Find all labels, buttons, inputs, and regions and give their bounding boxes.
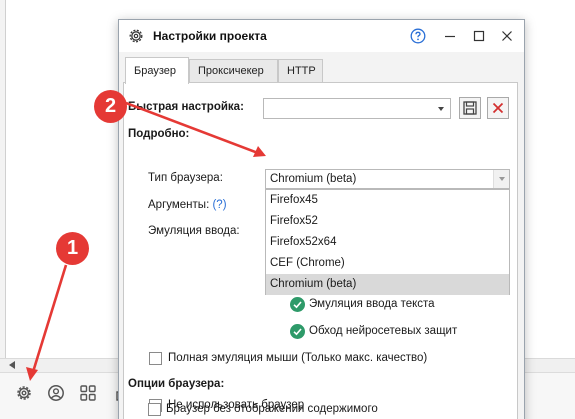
headless-browser-label: Браузер без отображения содержимого <box>166 403 378 415</box>
dialog-titlebar: Настройки проекта <box>119 20 524 52</box>
project-settings-dialog: Настройки проекта Браузер Проксичекер HT… <box>118 19 525 419</box>
browser-options-heading: Опции браузера: <box>128 378 225 390</box>
save-icon <box>463 101 477 115</box>
chevron-down-icon <box>499 177 505 181</box>
maximize-icon[interactable] <box>471 28 487 44</box>
annotation-marker-2: 2 <box>94 90 127 123</box>
settings-gear-icon[interactable] <box>15 384 33 402</box>
grid-icon[interactable] <box>79 384 97 402</box>
browser-type-select[interactable]: Chromium (beta) <box>265 169 510 189</box>
neural-bypass-toggle[interactable] <box>290 324 305 339</box>
full-mouse-emulation-label: Полная эмуляция мыши (Только макс. качес… <box>168 352 428 364</box>
arguments-label: Аргументы: (?) <box>148 199 227 211</box>
delete-button[interactable] <box>487 97 509 119</box>
browser-settings-panel: Быстрая настройка: Подробно: Тип браузер… <box>123 82 518 419</box>
delete-icon <box>492 102 504 114</box>
input-emulation-label: Эмуляция ввода: <box>148 225 240 237</box>
quick-setup-label: Быстрая настройка: <box>128 101 244 113</box>
arguments-help-link[interactable]: (?) <box>212 199 226 211</box>
gear-icon <box>128 28 144 44</box>
dropdown-option[interactable]: Firefox52 <box>266 211 509 232</box>
tab-http[interactable]: HTTP <box>278 59 323 83</box>
check-icon <box>293 301 302 309</box>
user-icon[interactable] <box>47 384 65 402</box>
quick-setup-combo[interactable] <box>263 98 451 119</box>
browser-type-dropdown-button[interactable] <box>493 170 509 188</box>
dropdown-option[interactable]: CEF (Chrome) <box>266 253 509 274</box>
details-heading: Подробно: <box>128 128 190 140</box>
save-button[interactable] <box>459 97 481 119</box>
neural-bypass-label: Обход нейросетевых защит <box>309 325 458 337</box>
scroll-left-arrow-icon[interactable] <box>9 361 15 369</box>
browser-type-dropdown: Firefox45 Firefox52 Firefox52x64 CEF (Ch… <box>265 189 510 295</box>
dialog-title: Настройки проекта <box>153 29 267 43</box>
text-input-emulation-label: Эмуляция ввода текста <box>309 298 435 310</box>
full-mouse-emulation-checkbox[interactable] <box>149 352 162 365</box>
text-input-emulation-toggle[interactable] <box>290 297 305 312</box>
headless-browser-checkbox[interactable] <box>148 403 161 416</box>
browser-type-label: Тип браузера: <box>148 172 223 184</box>
chevron-down-icon <box>438 107 444 111</box>
check-icon <box>293 328 302 336</box>
minimize-icon[interactable] <box>442 28 458 44</box>
help-icon[interactable] <box>410 28 426 44</box>
tab-browser[interactable]: Браузер <box>125 57 189 84</box>
dropdown-option[interactable]: Firefox52x64 <box>266 232 509 253</box>
dropdown-option-selected[interactable]: Chromium (beta) <box>266 274 509 295</box>
dropdown-option[interactable]: Firefox45 <box>266 190 509 211</box>
tab-proxychecker[interactable]: Проксичекер <box>189 59 278 83</box>
arrow-one <box>31 264 68 373</box>
annotation-marker-1: 1 <box>56 232 89 265</box>
browser-type-value: Chromium (beta) <box>270 173 357 185</box>
close-icon[interactable] <box>499 28 515 44</box>
background-panel <box>0 0 6 360</box>
